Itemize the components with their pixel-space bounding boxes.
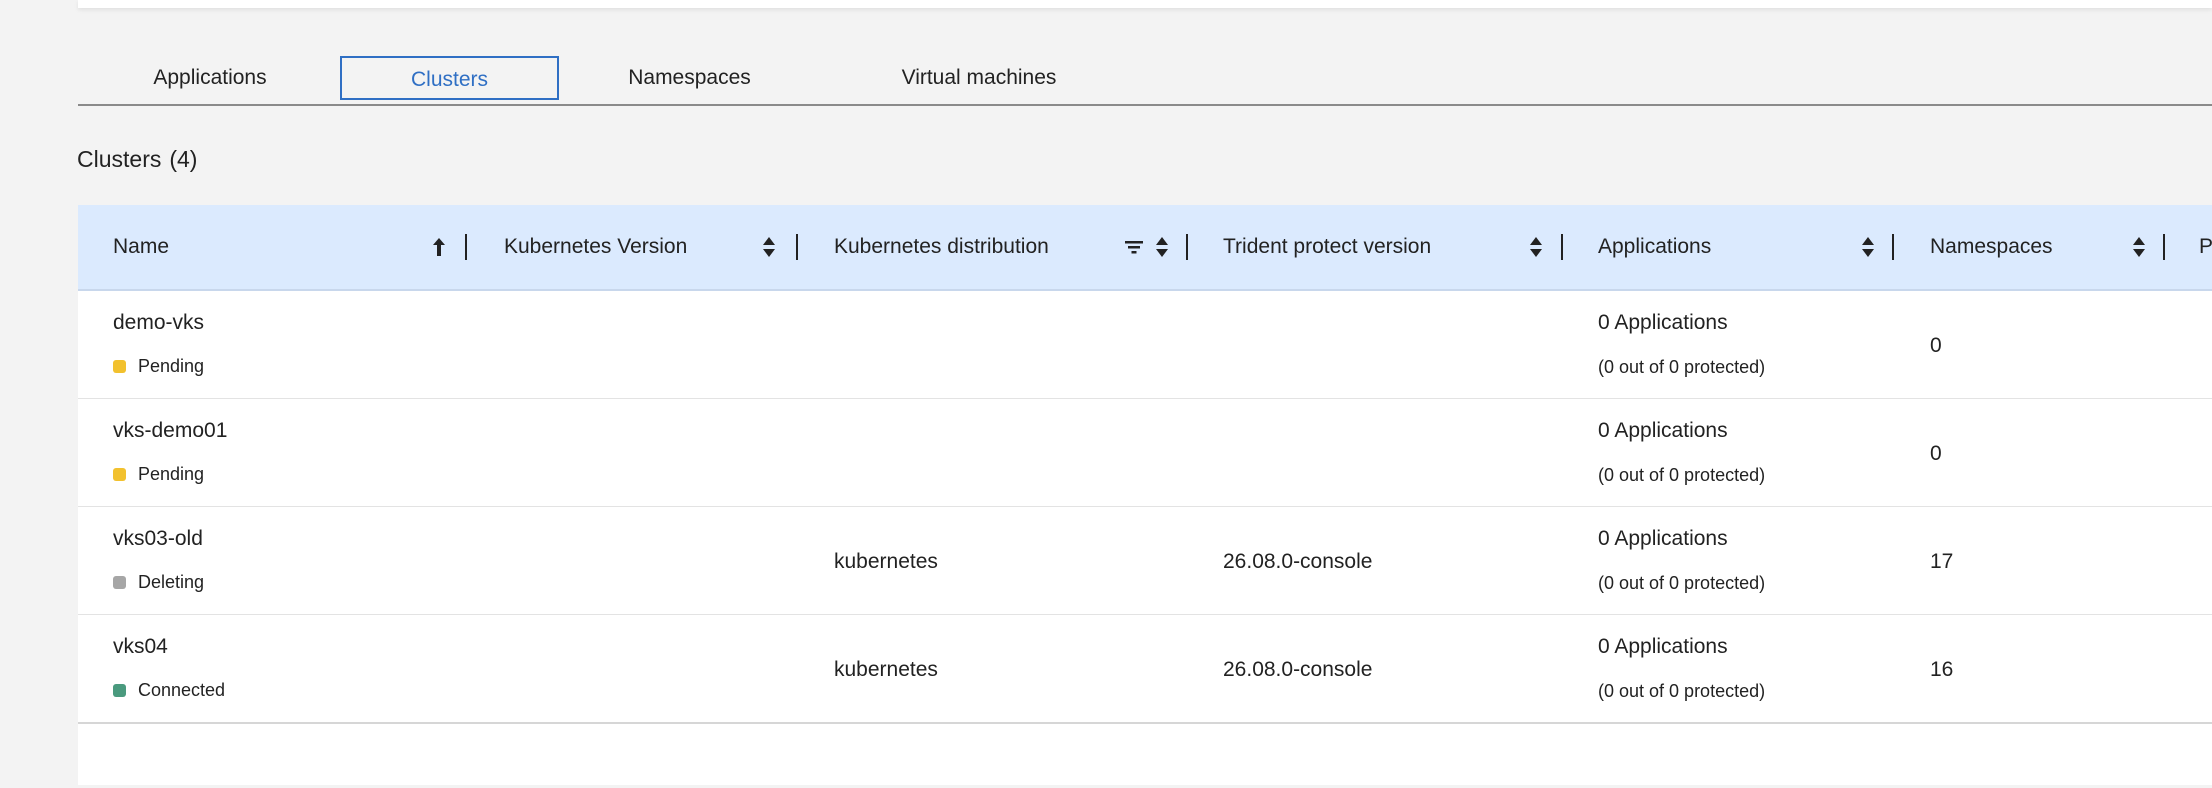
table-row[interactable]: demo-vks Pending 0 Applications (0 out o… [78, 291, 2212, 400]
status-dot-icon [113, 576, 126, 589]
applications-protected: (0 out of 0 protected) [1598, 573, 1766, 593]
sort-icon[interactable] [2131, 205, 2147, 289]
k8s-distribution: kubernetes [834, 658, 938, 681]
sort-icon[interactable] [1860, 205, 1876, 289]
cluster-name[interactable]: demo-vks [113, 311, 204, 335]
status-dot-icon [113, 684, 126, 697]
table-row[interactable]: vks04 Connected kubernetes 26.08.0-conso… [78, 615, 2212, 724]
trident-version: 26.08.0-console [1223, 550, 1373, 573]
trident-version: 26.08.0-console [1223, 658, 1373, 681]
namespaces-count: 0 [1930, 334, 1942, 357]
filter-icon[interactable] [1124, 205, 1144, 289]
status-label: Connected [138, 680, 226, 700]
namespaces-count: 0 [1930, 442, 1942, 465]
column-resize-handle[interactable] [796, 234, 798, 260]
k8s-distribution: kubernetes [834, 550, 938, 573]
cluster-name[interactable]: vks-demo01 [113, 419, 227, 443]
sort-icon[interactable] [761, 205, 777, 289]
column-header-trident-version-label: Trident protect version [1223, 235, 1432, 258]
status-label: Pending [138, 464, 205, 484]
applications-count: 0 Applications [1598, 635, 1728, 658]
applications-count: 0 Applications [1598, 527, 1728, 550]
column-header-partial-label: P [2199, 235, 2212, 258]
status-badge: Pending [113, 464, 204, 485]
column-resize-handle[interactable] [465, 234, 467, 260]
applications-protected: (0 out of 0 protected) [1598, 681, 1766, 701]
tab-namespaces[interactable]: Namespaces [607, 56, 772, 100]
status-label: Deleting [138, 572, 205, 592]
column-header-namespaces-label: Namespaces [1930, 235, 2053, 258]
cluster-name[interactable]: vks04 [113, 635, 168, 659]
status-label: Pending [138, 356, 205, 376]
table-row[interactable]: vks-demo01 Pending 0 Applications (0 out… [78, 399, 2212, 508]
tab-applications[interactable]: Applications [133, 56, 287, 100]
cluster-name[interactable]: vks03-old [113, 527, 203, 551]
table-header: Name Kubernetes Version Kubernetes distr… [78, 205, 2212, 291]
table-bottom-border [78, 722, 2212, 724]
applications-protected: (0 out of 0 protected) [1598, 357, 1766, 377]
applications-count: 0 Applications [1598, 419, 1728, 442]
column-header-applications-label: Applications [1598, 235, 1712, 258]
applications-protected: (0 out of 0 protected) [1598, 465, 1766, 485]
status-dot-icon [113, 468, 126, 481]
column-resize-handle[interactable] [1561, 234, 1563, 260]
sort-ascending-icon[interactable] [428, 205, 450, 289]
column-resize-handle[interactable] [2163, 234, 2165, 260]
section-title-count: (4) [169, 146, 198, 172]
sort-icon[interactable] [1528, 205, 1544, 289]
view-tabs: Applications Clusters Namespaces Virtual… [78, 54, 2212, 106]
column-resize-handle[interactable] [1186, 234, 1188, 260]
status-badge: Connected [113, 680, 225, 701]
applications-count: 0 Applications [1598, 311, 1728, 334]
top-panel-edge [78, 0, 2212, 8]
tab-virtual-machines[interactable]: Virtual machines [884, 56, 1074, 100]
column-header-k8s-distribution-label: Kubernetes distribution [834, 235, 1049, 258]
table-row[interactable]: vks03-old Deleting kubernetes 26.08.0-co… [78, 507, 2212, 616]
status-badge: Deleting [113, 572, 204, 593]
tab-clusters[interactable]: Clusters [340, 56, 559, 100]
sort-icon[interactable] [1154, 205, 1170, 289]
status-badge: Pending [113, 356, 204, 377]
namespaces-count: 17 [1930, 550, 1954, 573]
status-dot-icon [113, 360, 126, 373]
section-title: Clusters (4) [77, 146, 197, 173]
namespaces-count: 16 [1930, 658, 1954, 681]
column-resize-handle[interactable] [1892, 234, 1894, 260]
section-title-text: Clusters [77, 146, 162, 172]
column-header-k8s-version-label: Kubernetes Version [504, 235, 688, 258]
clusters-table: Name Kubernetes Version Kubernetes distr… [78, 205, 2212, 785]
column-header-name-label: Name [113, 235, 170, 258]
